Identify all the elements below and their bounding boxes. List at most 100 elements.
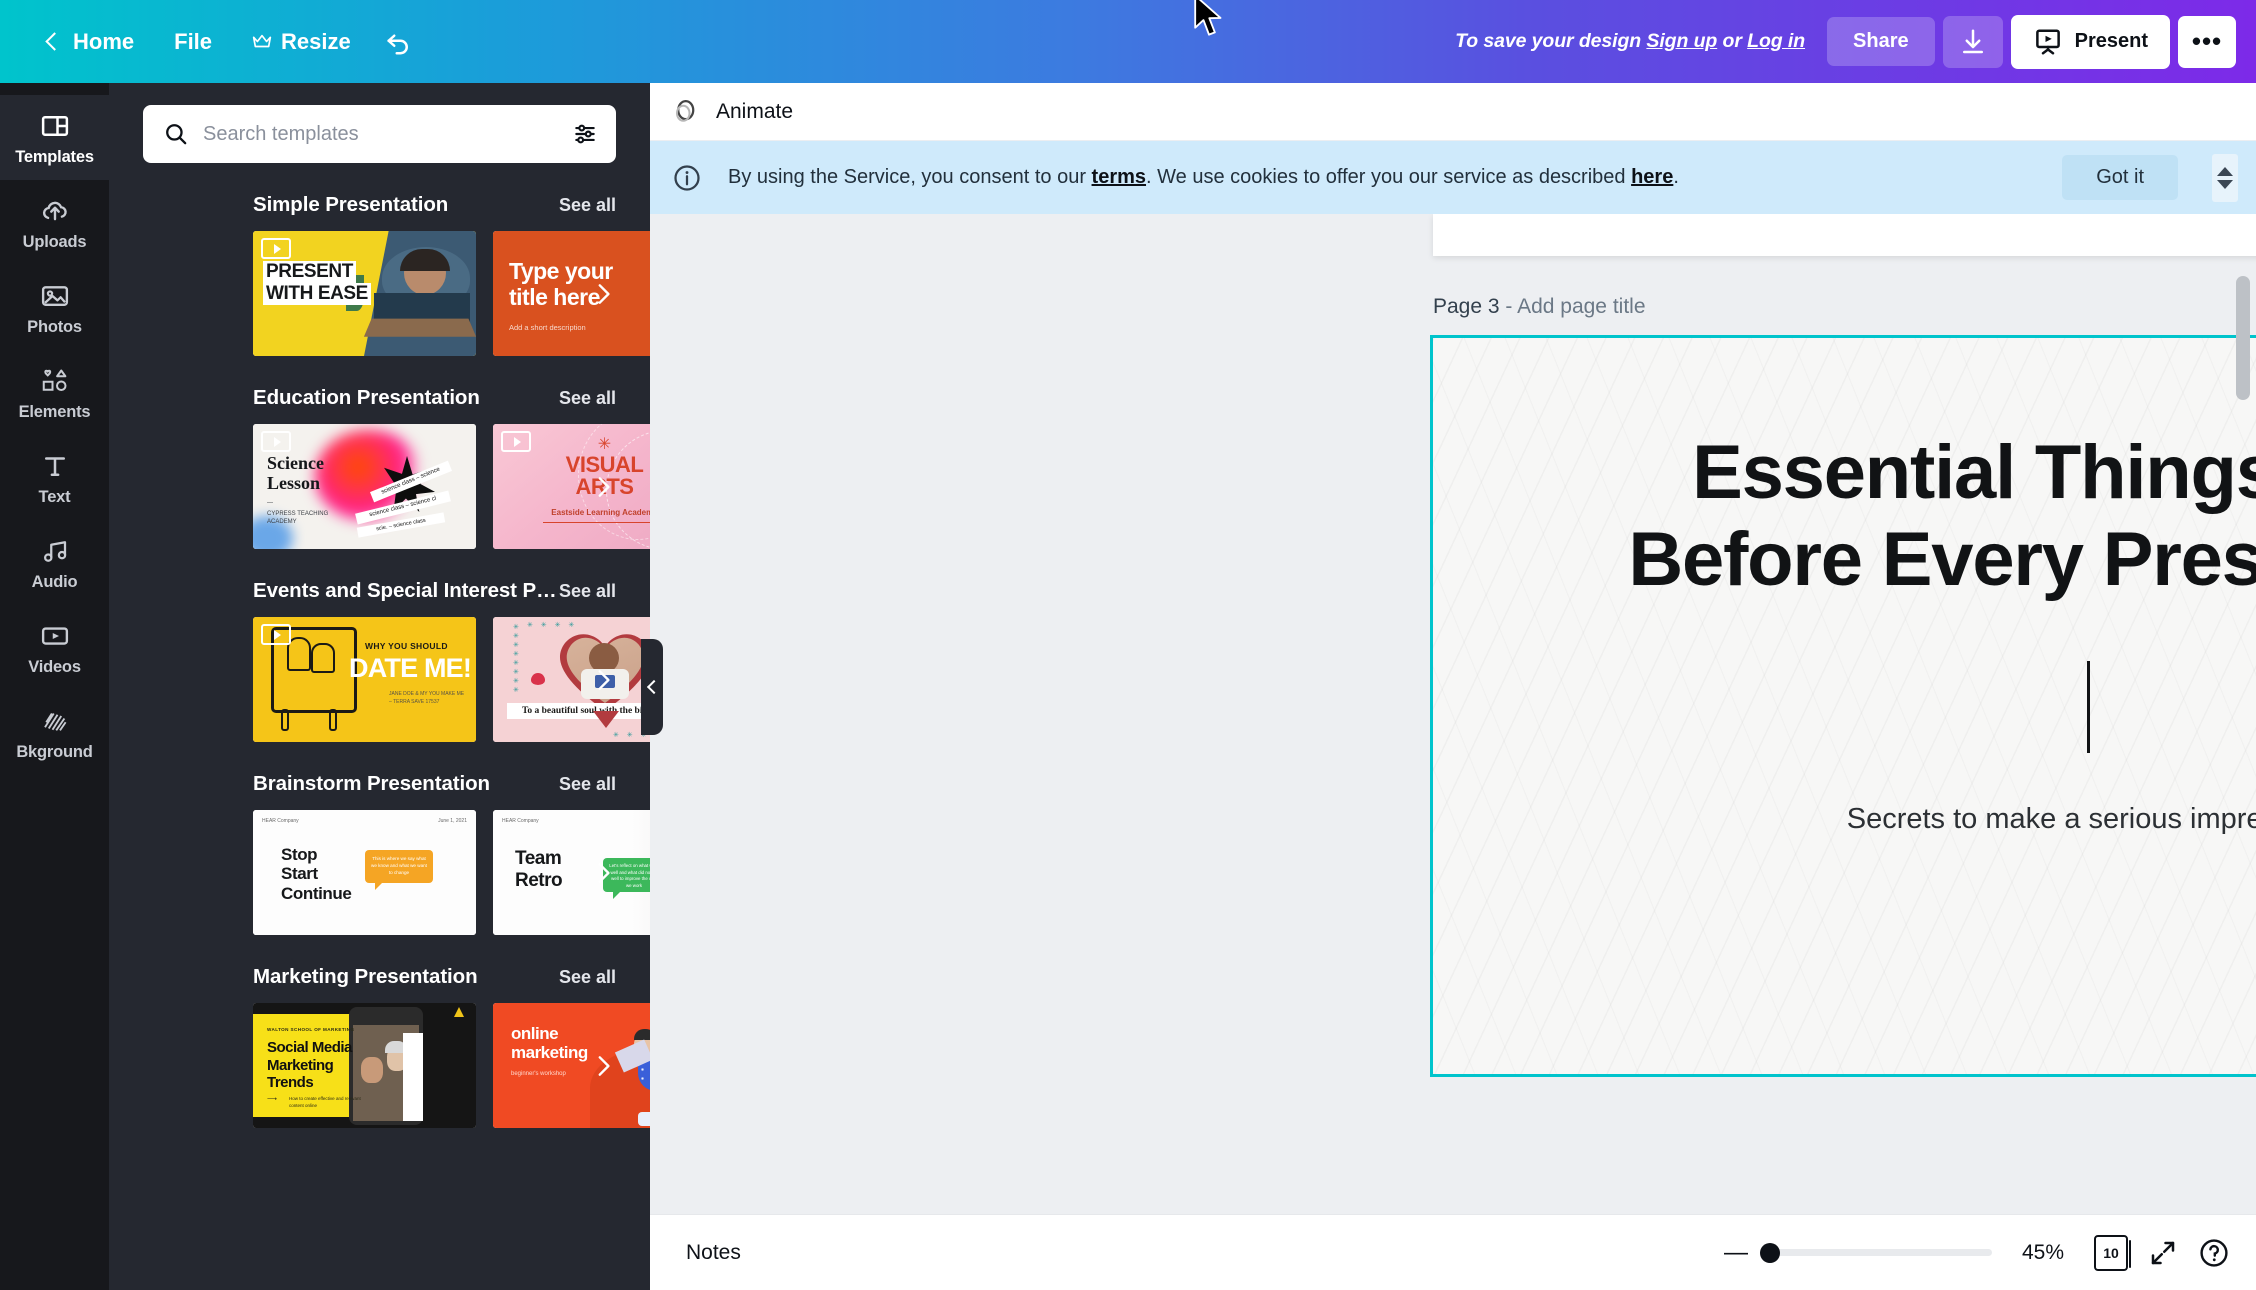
template-thumb-row: WHY YOU SHOULD DATE ME! JANE DOE & MY YO… xyxy=(109,617,650,742)
sidebar-item-elements[interactable]: Elements xyxy=(0,350,109,435)
signup-link[interactable]: Sign up xyxy=(1646,30,1717,52)
template-section-header: Education Presentation See all xyxy=(109,386,650,410)
undo-button[interactable] xyxy=(371,18,425,66)
search-icon xyxy=(166,124,187,145)
play-badge-icon xyxy=(261,624,291,645)
see-all-link[interactable]: See all xyxy=(559,967,616,988)
text-icon xyxy=(44,457,65,476)
slide-canvas[interactable]: Essential Things to Do Before Every Pres… xyxy=(1430,335,2256,1077)
present-button[interactable]: Present xyxy=(2010,14,2170,69)
crown-icon xyxy=(252,34,272,48)
download-button[interactable] xyxy=(1942,15,2003,68)
sidebar-item-videos[interactable]: Videos xyxy=(0,605,109,690)
here-link[interactable]: here xyxy=(1631,166,1673,188)
editor-body: Templates Uploads Photos Elements Text A… xyxy=(0,83,2256,1290)
template-section: Brainstorm Presentation See all HEAR Com… xyxy=(109,772,650,935)
scroll-row-right-button[interactable] xyxy=(590,1053,616,1079)
template-thumb-social-media-marketing-trends[interactable]: WALTON SCHOOL OF MARKETING Social Media M… xyxy=(253,1003,476,1128)
sidebar-item-label: Photos xyxy=(27,318,82,336)
search-bar[interactable] xyxy=(143,105,616,163)
scroll-row-right-button[interactable] xyxy=(590,860,616,886)
template-thumb-type-your-title[interactable]: Type your title here Add a short descript… xyxy=(493,231,650,356)
page-block-3: Page 3 - Add page title Essential Things… xyxy=(1430,286,2256,1077)
sidebar-item-uploads[interactable]: Uploads xyxy=(0,180,109,265)
info-icon xyxy=(674,164,700,191)
left-rail: Templates Uploads Photos Elements Text A… xyxy=(0,83,109,1290)
zoom-slider-handle[interactable] xyxy=(1760,1242,1780,1263)
back-button[interactable]: Home xyxy=(22,19,154,65)
collapse-panel-button[interactable] xyxy=(641,638,663,735)
template-thumb-team-retro[interactable]: HEAR Company June 1, 2021 TeamRetro Let'… xyxy=(493,810,650,935)
search-input[interactable] xyxy=(203,122,558,146)
terms-link[interactable]: terms xyxy=(1092,166,1146,188)
see-all-link[interactable]: See all xyxy=(559,774,616,795)
slide-title-text[interactable]: Essential Things to Do Before Every Pres… xyxy=(1589,430,2256,603)
template-section-header: Marketing Presentation See all xyxy=(109,965,650,989)
page-header: Page 3 - Add page title xyxy=(1433,286,2256,328)
present-screen-icon xyxy=(2035,29,2060,54)
template-thumb-date-me[interactable]: WHY YOU SHOULD DATE ME! JANE DOE & MY YO… xyxy=(253,617,476,742)
play-badge-icon xyxy=(261,238,291,259)
sidebar-item-audio[interactable]: Audio xyxy=(0,520,109,605)
scroll-row-right-button[interactable] xyxy=(590,474,616,500)
section-title: Education Presentation xyxy=(253,386,480,409)
page-title[interactable]: Page 3 - Add page title xyxy=(1433,295,1646,319)
scroll-row-right-button[interactable] xyxy=(590,281,616,307)
zoom-minus-label: — xyxy=(1724,1238,1748,1266)
sidebar-item-text[interactable]: Text xyxy=(0,435,109,520)
cookie-text-middle: . We use cookies to offer you our servic… xyxy=(1146,166,1632,188)
fullscreen-icon[interactable] xyxy=(2148,1238,2178,1268)
section-title: Marketing Presentation xyxy=(253,965,478,988)
resize-button[interactable]: Resize xyxy=(232,19,371,65)
template-thumb-row: WALTON SCHOOL OF MARKETING Social Media M… xyxy=(109,1003,650,1128)
slide-subtitle-text[interactable]: Secrets to make a serious impression xyxy=(1847,803,2256,836)
sidebar-item-photos[interactable]: Photos xyxy=(0,265,109,350)
animate-label[interactable]: Animate xyxy=(716,100,793,124)
more-options-button[interactable]: ••• xyxy=(2178,15,2236,68)
page-count-button[interactable]: 10 xyxy=(2094,1234,2132,1271)
cookie-text-after: . xyxy=(1673,166,1679,188)
sidebar-item-label: Text xyxy=(38,488,71,506)
animate-icon[interactable] xyxy=(672,97,702,127)
file-menu-button[interactable]: File xyxy=(154,19,232,65)
see-all-link[interactable]: See all xyxy=(559,388,616,409)
sidebar-item-label: Uploads xyxy=(22,233,87,251)
search-area xyxy=(109,105,650,163)
filter-sliders-icon[interactable] xyxy=(572,121,598,147)
stepper-updown-icon[interactable] xyxy=(2212,153,2238,202)
canva-editor-window: Home File Resize To save your design Sig xyxy=(0,0,2256,1290)
canvas-scroll-area[interactable]: Page 3 - Add page title Essential Things… xyxy=(650,214,2256,1214)
template-thumb-present-with-ease[interactable]: PRESENT WITH EASE xyxy=(253,231,476,356)
template-thumb-science-lesson[interactable]: science class – science science class – … xyxy=(253,424,476,549)
download-icon xyxy=(1962,29,1983,53)
notes-label: Notes xyxy=(686,1240,741,1264)
see-all-link[interactable]: See all xyxy=(559,581,616,602)
top-toolbar-right: To save your design Sign up or Log in Sh… xyxy=(1455,14,2256,69)
help-circle-icon[interactable] xyxy=(2198,1237,2230,1269)
cookie-text-before: By using the Service, you consent to our xyxy=(728,166,1092,188)
scroll-row-right-button[interactable] xyxy=(590,667,616,693)
see-all-link[interactable]: See all xyxy=(559,195,616,216)
template-thumb-beautiful-soul[interactable]: To a beautiful soul with the biggest hea… xyxy=(493,617,650,742)
notes-button[interactable]: Notes xyxy=(672,1231,755,1275)
section-title: Events and Special Interest Presenta... xyxy=(253,579,559,602)
share-button[interactable]: Share xyxy=(1827,17,1935,66)
template-thumb-visual-arts[interactable]: ✳ VISUAL ARTS Eastside Learning Academy xyxy=(493,424,650,549)
sidebar-item-templates[interactable]: Templates xyxy=(0,95,109,180)
template-thumb-stop-start-continue[interactable]: HEAR Company June 1, 2021 Stop Start Conti… xyxy=(253,810,476,935)
got-it-button[interactable]: Got it xyxy=(2062,155,2178,200)
slide-divider-line[interactable] xyxy=(2087,661,2090,754)
zoom-slider[interactable] xyxy=(1760,1242,1992,1263)
resize-label: Resize xyxy=(281,28,351,54)
sidebar-item-bkground[interactable]: Bkground xyxy=(0,690,109,775)
save-design-hint: To save your design Sign up or Log in xyxy=(1455,30,1805,53)
template-thumb-online-marketing[interactable]: online marketing beginner's workshop xyxy=(493,1003,650,1128)
background-hatch-icon xyxy=(43,712,66,731)
login-link[interactable]: Log in xyxy=(1747,30,1805,52)
template-section: Education Presentation See all science c… xyxy=(109,386,650,549)
present-label: Present xyxy=(2074,30,2148,52)
zoom-out-button[interactable]: — xyxy=(1724,1240,1748,1265)
shapes-icon xyxy=(42,369,67,391)
top-toolbar-left: Home File Resize xyxy=(0,18,425,66)
template-section: Marketing Presentation See all WALTON SC… xyxy=(109,965,650,1128)
